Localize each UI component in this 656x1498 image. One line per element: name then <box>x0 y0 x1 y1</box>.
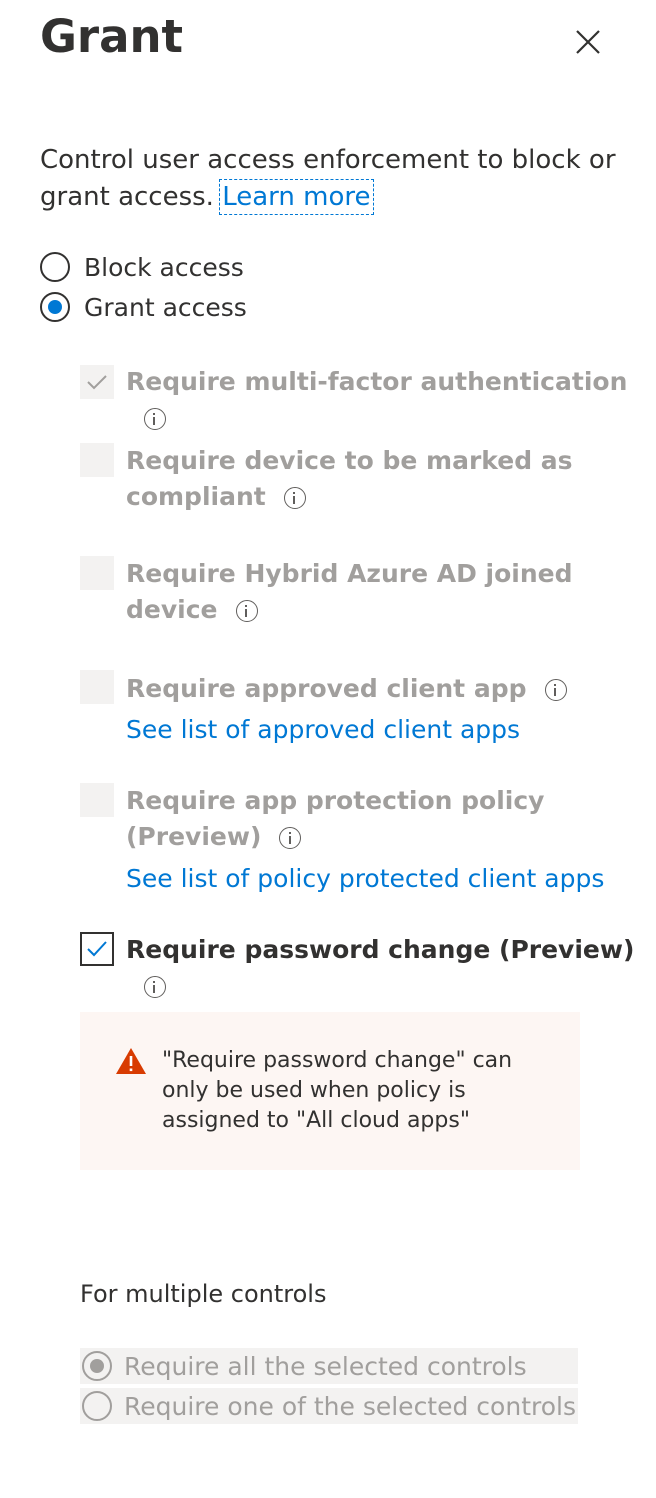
hybrid-label-line2: device <box>126 595 218 624</box>
block-access-label: Block access <box>84 252 244 282</box>
compliant-device-checkbox <box>80 443 114 477</box>
require-all-radio <box>82 1351 112 1381</box>
password-change-info-icon[interactable] <box>144 976 166 998</box>
hybrid-label-line1: Require Hybrid Azure AD joined <box>126 559 573 588</box>
require-all-label: Require all the selected controls <box>124 1351 527 1381</box>
mfa-option: Require multi-factor authentication <box>126 364 656 436</box>
block-access-option[interactable]: Block access <box>40 247 244 287</box>
block-access-radio[interactable] <box>40 252 70 282</box>
app-protection-label-line2: (Preview) <box>126 822 262 851</box>
password-change-checkbox[interactable] <box>80 932 114 966</box>
app-protection-info-icon[interactable] <box>279 827 302 849</box>
multiple-controls-label: For multiple controls <box>80 1280 327 1308</box>
protected-apps-link[interactable]: See list of policy protected client apps <box>126 864 604 893</box>
panel-title: Grant <box>40 10 184 63</box>
grant-access-radio[interactable] <box>40 292 70 322</box>
app-protection-label-line1: Require app protection policy <box>126 786 545 815</box>
app-protection-checkbox <box>80 783 114 817</box>
mfa-label: Require multi-factor authentication <box>126 367 628 396</box>
password-change-label: Require password change (Preview) <box>126 935 635 964</box>
require-one-option: Require one of the selected controls <box>80 1388 578 1424</box>
require-all-option: Require all the selected controls <box>80 1348 578 1384</box>
warning-text: "Require password change" can only be us… <box>162 1048 513 1133</box>
approved-app-checkbox <box>80 670 114 704</box>
compliant-device-label-line1: Require device to be marked as <box>126 446 573 475</box>
compliant-device-option: Require device to be marked as compliant <box>126 443 573 515</box>
grant-access-option[interactable]: Grant access <box>40 287 247 327</box>
grant-access-label: Grant access <box>84 292 247 322</box>
require-one-label: Require one of the selected controls <box>124 1391 576 1421</box>
hybrid-info-icon[interactable] <box>235 600 258 622</box>
warning-message-bar: "Require password change" can only be us… <box>80 1012 580 1170</box>
approved-app-option: Require approved client app <box>126 671 567 707</box>
mfa-info-icon[interactable] <box>144 408 166 430</box>
require-one-radio <box>82 1391 112 1421</box>
warning-icon <box>114 1046 148 1080</box>
compliant-info-icon[interactable] <box>283 487 306 509</box>
hybrid-joined-option: Require Hybrid Azure AD joined device <box>126 556 573 628</box>
close-icon[interactable] <box>572 26 604 58</box>
approved-app-info-icon[interactable] <box>544 679 567 701</box>
password-change-option[interactable]: Require password change (Preview) <box>126 932 656 1004</box>
app-protection-option: Require app protection policy (Preview) <box>126 783 544 855</box>
compliant-device-label-line2: compliant <box>126 482 266 511</box>
panel-description: Control user access enforcement to block… <box>40 142 620 216</box>
approved-apps-link[interactable]: See list of approved client apps <box>126 715 520 744</box>
hybrid-joined-checkbox <box>80 556 114 590</box>
mfa-checkbox <box>80 365 114 399</box>
approved-app-label: Require approved client app <box>126 674 527 703</box>
learn-more-link[interactable]: Learn more <box>219 179 374 215</box>
